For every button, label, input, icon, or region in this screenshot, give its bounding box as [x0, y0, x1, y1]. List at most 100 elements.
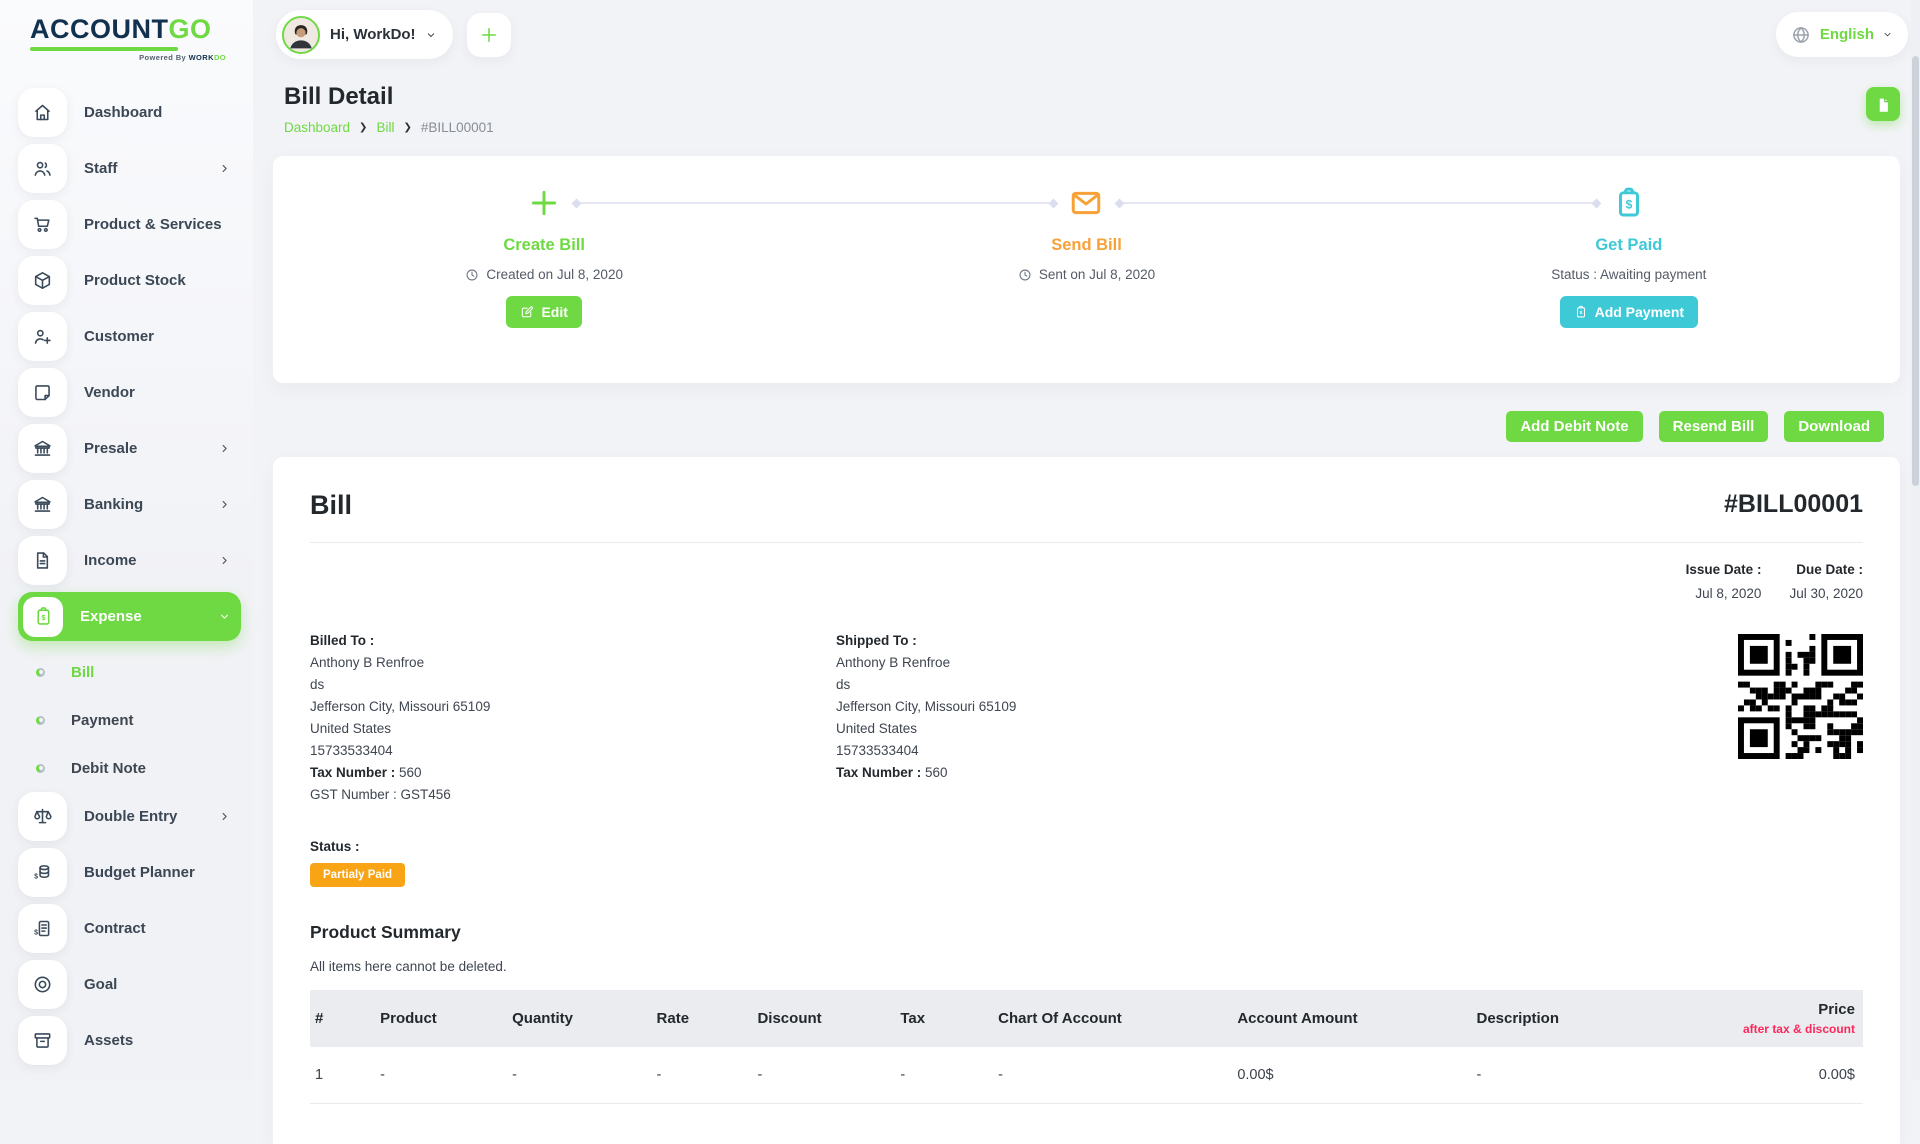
- page-title: Bill Detail: [284, 83, 494, 111]
- step-title: Send Bill: [815, 236, 1357, 255]
- sidebar-item-presale[interactable]: Presale: [18, 424, 241, 473]
- step-meta: Created on Jul 8, 2020: [273, 267, 815, 282]
- sidebar-item-expense[interactable]: $Expense: [18, 592, 241, 641]
- export-document-button[interactable]: [1866, 87, 1900, 121]
- cell-account-amount: 0.00$: [1229, 1047, 1468, 1104]
- column-header-: #: [310, 990, 372, 1047]
- due-date-label: Due Date :: [1789, 562, 1863, 577]
- sidebar-item-income[interactable]: Income: [18, 536, 241, 585]
- plus-icon: [527, 186, 561, 220]
- qr-code: [1738, 634, 1863, 759]
- sidebar-item-product-services[interactable]: Product & Services: [18, 200, 241, 249]
- bank-icon: [18, 424, 67, 473]
- quick-add-button[interactable]: [467, 13, 511, 57]
- progress-step-send-bill: Send Bill Sent on Jul 8, 2020: [815, 156, 1357, 383]
- button-label: Edit: [541, 304, 567, 320]
- product-summary-title: Product Summary: [310, 922, 1863, 943]
- column-header-price: Priceafter tax & discount: [1655, 990, 1863, 1047]
- svg-text:$: $: [34, 873, 38, 880]
- breadcrumb-dashboard[interactable]: Dashboard: [284, 120, 350, 135]
- sidebar-item-double-entry[interactable]: Double Entry: [18, 792, 241, 841]
- sidebar-item-label: Assets: [84, 1032, 133, 1049]
- bill-card-title: Bill: [310, 490, 352, 521]
- clock-icon: [1018, 268, 1032, 282]
- progress-step-create-bill: Create BillCreated on Jul 8, 2020Edit: [273, 156, 815, 383]
- plus-icon: [479, 25, 499, 45]
- cell-chart-of-account: -: [990, 1047, 1229, 1104]
- step-meta-text: Status : Awaiting payment: [1551, 267, 1706, 282]
- bullet-icon: [36, 764, 45, 773]
- sidebar-subitem-bill[interactable]: Bill: [18, 648, 253, 696]
- sidebar-item-budget-planner[interactable]: $Budget Planner: [18, 848, 241, 897]
- sidebar-subitem-label: Bill: [71, 664, 94, 681]
- sidebar-subitem-label: Payment: [71, 712, 134, 729]
- bill-dates: Issue Date : Jul 8, 2020 Due Date : Jul …: [310, 562, 1863, 601]
- sidebar-item-vendor[interactable]: Vendor: [18, 368, 241, 417]
- sidebar-item-label: Presale: [84, 440, 137, 457]
- status-badge: Partialy Paid: [310, 863, 405, 887]
- document-icon: [1876, 97, 1891, 112]
- download-button[interactable]: Download: [1784, 411, 1884, 442]
- dollar-doc-icon: $: [18, 904, 67, 953]
- address-line: ds: [310, 678, 836, 692]
- logo-underline: [30, 47, 178, 51]
- billed-to-block: Billed To :Anthony B RenfroedsJefferson …: [310, 634, 836, 802]
- language-selector[interactable]: English: [1776, 12, 1908, 57]
- step-meta: Sent on Jul 8, 2020: [815, 267, 1357, 282]
- breadcrumb-bill[interactable]: Bill: [376, 120, 394, 135]
- breadcrumb-separator-icon: ❯: [403, 122, 411, 133]
- column-header-chart-of-account: Chart Of Account: [990, 990, 1229, 1047]
- sidebar-item-goal[interactable]: Goal: [18, 960, 241, 1009]
- column-header-account-amount: Account Amount: [1229, 990, 1468, 1047]
- language-label: English: [1820, 26, 1874, 43]
- clock-icon: [465, 268, 479, 282]
- page-header: Bill Detail Dashboard ❯ Bill ❯ #BILL00001: [273, 83, 1900, 135]
- document-icon: [18, 536, 67, 585]
- bill-detail-card: Bill #BILL00001 Issue Date : Jul 8, 2020…: [273, 457, 1900, 1144]
- bullet-icon: [36, 668, 45, 677]
- sidebar-item-product-stock[interactable]: Product Stock: [18, 256, 241, 305]
- user-menu[interactable]: Hi, WorkDo!: [276, 10, 453, 59]
- cell-price: 0.00$: [1655, 1047, 1863, 1104]
- bill-progress-card: Create BillCreated on Jul 8, 2020EditSen…: [273, 156, 1900, 383]
- sidebar-item-customer[interactable]: Customer: [18, 312, 241, 361]
- resend-bill-button[interactable]: Resend Bill: [1659, 411, 1769, 442]
- scrollbar-thumb[interactable]: [1912, 56, 1919, 486]
- sidebar-item-banking[interactable]: Banking: [18, 480, 241, 529]
- edit-button[interactable]: Edit: [506, 296, 581, 328]
- sidebar-item-assets[interactable]: Assets: [18, 1016, 241, 1065]
- step-meta: Status : Awaiting payment: [1358, 267, 1900, 282]
- sidebar-subitem-payment[interactable]: Payment: [18, 696, 253, 744]
- column-header-discount: Discount: [749, 990, 892, 1047]
- cube-icon: [18, 256, 67, 305]
- add-payment-button[interactable]: $Add Payment: [1560, 296, 1698, 328]
- clipboard-dollar-icon: $: [1574, 305, 1588, 319]
- sidebar-subitem-debit-note[interactable]: Debit Note: [18, 744, 253, 792]
- breadcrumb-separator-icon: ❯: [359, 122, 367, 133]
- bill-addresses: Billed To :Anthony B RenfroedsJefferson …: [310, 634, 1863, 802]
- app-logo[interactable]: ACCOUNTGO Powered By WORKDO: [0, 0, 253, 62]
- add-debit-note-button[interactable]: Add Debit Note: [1506, 411, 1642, 442]
- sidebar-item-staff[interactable]: Staff: [18, 144, 241, 193]
- chevron-right-icon: [218, 810, 231, 823]
- svg-text:$: $: [34, 929, 38, 936]
- home-icon: [18, 88, 67, 137]
- chevron-down-icon: [425, 29, 437, 41]
- cart-icon: [18, 200, 67, 249]
- sidebar-item-dashboard[interactable]: Dashboard: [18, 88, 241, 137]
- avatar: [282, 16, 320, 54]
- sidebar-item-label: Income: [84, 552, 137, 569]
- sidebar-item-contract[interactable]: $Contract: [18, 904, 241, 953]
- column-header-description: Description: [1468, 990, 1654, 1047]
- sidebar-item-label: Staff: [84, 160, 117, 177]
- address-line: 15733533404: [310, 744, 836, 758]
- sidebar-item-label: Goal: [84, 976, 117, 993]
- bill-number: #BILL00001: [1724, 490, 1863, 519]
- dollar-stack-icon: $: [18, 848, 67, 897]
- cell-description: -: [1468, 1047, 1654, 1104]
- breadcrumb-bill00001: #BILL00001: [421, 120, 494, 135]
- cell-quantity: -: [504, 1047, 648, 1104]
- due-date-value: Jul 30, 2020: [1789, 586, 1863, 601]
- column-header-product: Product: [372, 990, 504, 1047]
- note-icon: [18, 368, 67, 417]
